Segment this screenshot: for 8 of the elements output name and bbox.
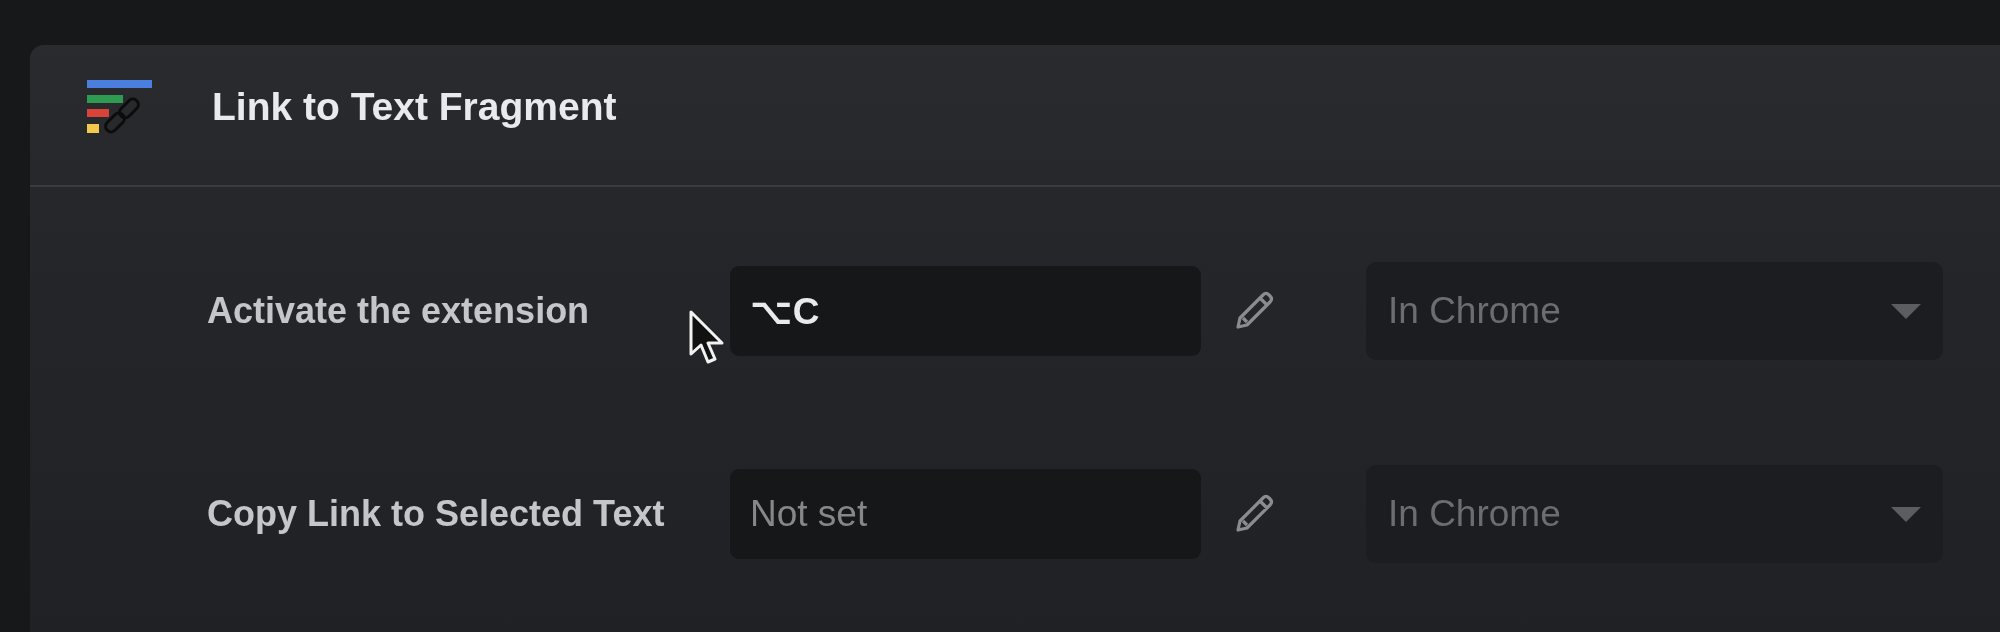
shortcut-label: Copy Link to Selected Text <box>207 493 666 535</box>
caret-icon <box>1891 303 1921 319</box>
shortcut-field[interactable]: ⌥C <box>730 266 1201 356</box>
extension-title: Link to Text Fragment <box>212 85 617 129</box>
shortcut-label: Activate the extension <box>207 290 591 332</box>
shortcut-field[interactable]: Not set <box>730 469 1201 559</box>
bars-link-icon <box>87 80 152 134</box>
caret-icon <box>1891 506 1921 522</box>
